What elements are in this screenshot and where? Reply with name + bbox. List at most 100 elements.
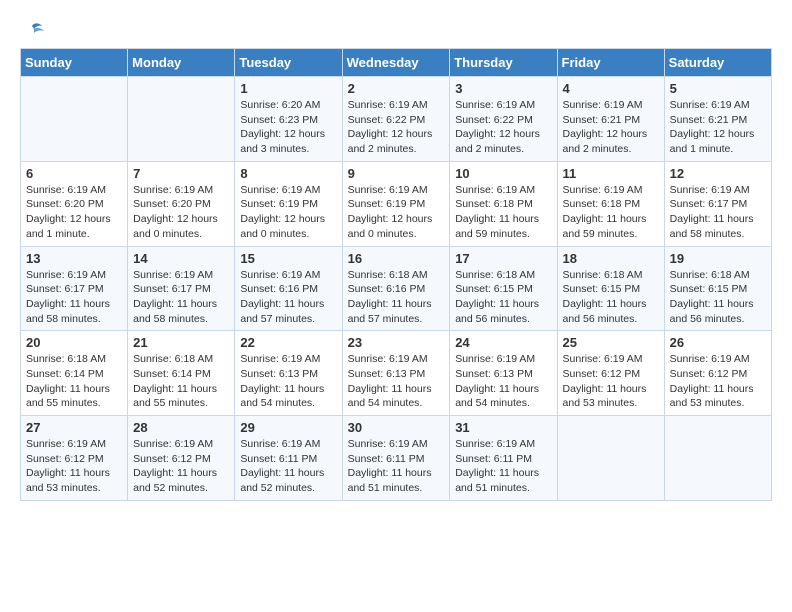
day-number: 28 (133, 420, 229, 435)
day-number: 12 (670, 166, 766, 181)
calendar-cell: 9Sunrise: 6:19 AM Sunset: 6:19 PM Daylig… (342, 161, 450, 246)
day-detail: Sunrise: 6:18 AM Sunset: 6:16 PM Dayligh… (348, 268, 445, 327)
day-number: 23 (348, 335, 445, 350)
calendar-cell: 3 Sunrise: 6:19 AM Sunset: 6:22 PM Daylig… (450, 77, 557, 162)
day-number: 10 (455, 166, 551, 181)
day-number: 18 (563, 251, 659, 266)
calendar-header-saturday: Saturday (664, 49, 771, 77)
calendar-cell: 15 Sunrise: 6:19 AM Sunset: 6:16 PM Dayli… (235, 246, 342, 331)
calendar-cell: 16 Sunrise: 6:18 AM Sunset: 6:16 PM Dayli… (342, 246, 450, 331)
day-detail: Sunrise: 6:19 AM Sunset: 6:21 PM Dayligh… (563, 98, 659, 157)
calendar-cell: 5 Sunrise: 6:19 AM Sunset: 6:21 PM Daylig… (664, 77, 771, 162)
header (20, 20, 772, 38)
calendar-cell: 20 Sunrise: 6:18 AM Sunset: 6:14 PM Dayli… (21, 331, 128, 416)
calendar-cell: 14 Sunrise: 6:19 AM Sunset: 6:17 PM Dayli… (128, 246, 235, 331)
calendar-header-monday: Monday (128, 49, 235, 77)
calendar-cell: 25 Sunrise: 6:19 AM Sunset: 6:12 PM Dayli… (557, 331, 664, 416)
day-number: 5 (670, 81, 766, 96)
calendar-cell: 21Sunrise: 6:18 AM Sunset: 6:14 PM Dayli… (128, 331, 235, 416)
day-detail: Sunrise: 6:19 AM Sunset: 6:21 PM Dayligh… (670, 98, 766, 157)
day-detail: Sunrise: 6:19 AM Sunset: 6:12 PM Dayligh… (133, 437, 229, 496)
day-number: 11 (563, 166, 659, 181)
calendar-cell: 6 Sunrise: 6:19 AM Sunset: 6:20 PM Daylig… (21, 161, 128, 246)
day-detail: Sunrise: 6:19 AM Sunset: 6:19 PM Dayligh… (240, 183, 336, 242)
calendar-cell: 7 Sunrise: 6:19 AM Sunset: 6:20 PM Daylig… (128, 161, 235, 246)
day-number: 6 (26, 166, 122, 181)
calendar-header-sunday: Sunday (21, 49, 128, 77)
day-detail: Sunrise: 6:18 AM Sunset: 6:15 PM Dayligh… (455, 268, 551, 327)
day-detail: Sunrise: 6:19 AM Sunset: 6:17 PM Dayligh… (670, 183, 766, 242)
calendar-week-row: 1 Sunrise: 6:20 AM Sunset: 6:23 PM Daylig… (21, 77, 772, 162)
day-number: 31 (455, 420, 551, 435)
day-number: 14 (133, 251, 229, 266)
calendar-cell: 30 Sunrise: 6:19 AM Sunset: 6:11 PM Dayli… (342, 416, 450, 501)
day-number: 16 (348, 251, 445, 266)
day-number: 1 (240, 81, 336, 96)
day-detail: Sunrise: 6:20 AM Sunset: 6:23 PM Dayligh… (240, 98, 336, 157)
day-detail: Sunrise: 6:19 AM Sunset: 6:12 PM Dayligh… (563, 352, 659, 411)
calendar-cell: 1 Sunrise: 6:20 AM Sunset: 6:23 PM Daylig… (235, 77, 342, 162)
calendar-header-thursday: Thursday (450, 49, 557, 77)
calendar-header-row: SundayMondayTuesdayWednesdayThursdayFrid… (21, 49, 772, 77)
day-detail: Sunrise: 6:19 AM Sunset: 6:22 PM Dayligh… (455, 98, 551, 157)
day-detail: Sunrise: 6:19 AM Sunset: 6:17 PM Dayligh… (26, 268, 122, 327)
calendar-week-row: 20 Sunrise: 6:18 AM Sunset: 6:14 PM Dayli… (21, 331, 772, 416)
day-number: 17 (455, 251, 551, 266)
calendar-cell: 19 Sunrise: 6:18 AM Sunset: 6:15 PM Dayli… (664, 246, 771, 331)
day-detail: Sunrise: 6:19 AM Sunset: 6:19 PM Dayligh… (348, 183, 445, 242)
day-detail: Sunrise: 6:19 AM Sunset: 6:16 PM Dayligh… (240, 268, 336, 327)
day-number: 30 (348, 420, 445, 435)
day-detail: Sunrise: 6:19 AM Sunset: 6:11 PM Dayligh… (455, 437, 551, 496)
calendar-cell: 2Sunrise: 6:19 AM Sunset: 6:22 PM Daylig… (342, 77, 450, 162)
calendar-cell: 13 Sunrise: 6:19 AM Sunset: 6:17 PM Dayli… (21, 246, 128, 331)
day-number: 19 (670, 251, 766, 266)
calendar: SundayMondayTuesdayWednesdayThursdayFrid… (20, 48, 772, 501)
calendar-header-wednesday: Wednesday (342, 49, 450, 77)
day-number: 26 (670, 335, 766, 350)
day-detail: Sunrise: 6:19 AM Sunset: 6:11 PM Dayligh… (240, 437, 336, 496)
calendar-cell: 24Sunrise: 6:19 AM Sunset: 6:13 PM Dayli… (450, 331, 557, 416)
calendar-cell: 17 Sunrise: 6:18 AM Sunset: 6:15 PM Dayli… (450, 246, 557, 331)
day-number: 25 (563, 335, 659, 350)
day-detail: Sunrise: 6:19 AM Sunset: 6:12 PM Dayligh… (670, 352, 766, 411)
calendar-cell (557, 416, 664, 501)
calendar-cell: 12 Sunrise: 6:19 AM Sunset: 6:17 PM Dayli… (664, 161, 771, 246)
day-number: 7 (133, 166, 229, 181)
day-detail: Sunrise: 6:18 AM Sunset: 6:15 PM Dayligh… (563, 268, 659, 327)
calendar-cell: 23 Sunrise: 6:19 AM Sunset: 6:13 PM Dayli… (342, 331, 450, 416)
calendar-cell: 26 Sunrise: 6:19 AM Sunset: 6:12 PM Dayli… (664, 331, 771, 416)
day-detail: Sunrise: 6:19 AM Sunset: 6:20 PM Dayligh… (133, 183, 229, 242)
calendar-cell (21, 77, 128, 162)
day-number: 3 (455, 81, 551, 96)
day-number: 24 (455, 335, 551, 350)
calendar-week-row: 27 Sunrise: 6:19 AM Sunset: 6:12 PM Dayli… (21, 416, 772, 501)
calendar-cell: 8Sunrise: 6:19 AM Sunset: 6:19 PM Daylig… (235, 161, 342, 246)
day-detail: Sunrise: 6:19 AM Sunset: 6:13 PM Dayligh… (240, 352, 336, 411)
calendar-cell: 29 Sunrise: 6:19 AM Sunset: 6:11 PM Dayli… (235, 416, 342, 501)
calendar-cell: 10 Sunrise: 6:19 AM Sunset: 6:18 PM Dayli… (450, 161, 557, 246)
logo-bird-icon (22, 20, 44, 42)
day-number: 29 (240, 420, 336, 435)
calendar-header-friday: Friday (557, 49, 664, 77)
day-detail: Sunrise: 6:19 AM Sunset: 6:11 PM Dayligh… (348, 437, 445, 496)
day-number: 13 (26, 251, 122, 266)
day-detail: Sunrise: 6:18 AM Sunset: 6:14 PM Dayligh… (26, 352, 122, 411)
day-detail: Sunrise: 6:19 AM Sunset: 6:18 PM Dayligh… (563, 183, 659, 242)
calendar-cell: 31 Sunrise: 6:19 AM Sunset: 6:11 PM Dayli… (450, 416, 557, 501)
calendar-cell: 28 Sunrise: 6:19 AM Sunset: 6:12 PM Dayli… (128, 416, 235, 501)
day-detail: Sunrise: 6:19 AM Sunset: 6:18 PM Dayligh… (455, 183, 551, 242)
calendar-cell (128, 77, 235, 162)
day-number: 22 (240, 335, 336, 350)
calendar-cell: 11 Sunrise: 6:19 AM Sunset: 6:18 PM Dayli… (557, 161, 664, 246)
day-number: 20 (26, 335, 122, 350)
logo (20, 20, 44, 38)
day-detail: Sunrise: 6:19 AM Sunset: 6:20 PM Dayligh… (26, 183, 122, 242)
calendar-cell (664, 416, 771, 501)
day-detail: Sunrise: 6:19 AM Sunset: 6:13 PM Dayligh… (348, 352, 445, 411)
day-detail: Sunrise: 6:19 AM Sunset: 6:17 PM Dayligh… (133, 268, 229, 327)
calendar-cell: 22 Sunrise: 6:19 AM Sunset: 6:13 PM Dayli… (235, 331, 342, 416)
day-number: 15 (240, 251, 336, 266)
day-number: 21 (133, 335, 229, 350)
day-number: 27 (26, 420, 122, 435)
day-detail: Sunrise: 6:18 AM Sunset: 6:15 PM Dayligh… (670, 268, 766, 327)
